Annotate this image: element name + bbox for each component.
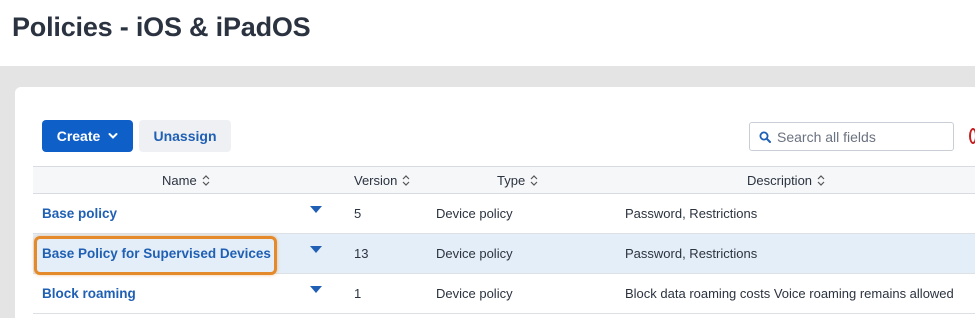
policy-version: 1 [354,286,362,301]
table-header: Name Version Type Description [33,166,975,194]
create-button-label: Create [56,128,101,144]
policy-description: Password, Restrictions [625,246,758,261]
sort-icon [817,174,825,186]
policy-type: Device policy [436,246,513,261]
policy-name-link[interactable]: Base policy [42,206,117,221]
policy-description: Block data roaming costs Voice roaming r… [625,286,954,301]
unassign-button[interactable]: Unassign [139,120,231,152]
table-row[interactable]: Block roaming 1 Device policy Block data… [33,274,975,314]
search-icon [759,131,771,143]
column-header-type[interactable]: Type [497,167,538,193]
chevron-down-icon [108,133,118,139]
table-row[interactable]: Base Policy for Supervised Devices 13 De… [33,234,975,274]
sort-icon [202,174,210,186]
page-title: Policies - iOS & iPadOS [12,12,311,42]
caret-down-icon[interactable] [310,246,322,254]
policy-version: 13 [354,246,369,261]
search-input[interactable] [777,128,947,145]
caret-down-icon[interactable] [310,206,322,214]
column-header-name[interactable]: Name [162,167,210,193]
policy-type: Device policy [436,206,513,221]
policy-name-link[interactable]: Block roaming [42,286,136,301]
column-header-version[interactable]: Version [354,167,410,193]
column-header-description[interactable]: Description [747,167,825,193]
create-button[interactable]: Create [42,120,133,152]
table-row[interactable]: Base policy 5 Device policy Password, Re… [33,194,975,234]
status-indicator-icon [969,128,975,144]
policy-name-link[interactable]: Base Policy for Supervised Devices [42,246,271,261]
sort-icon [530,174,538,186]
caret-down-icon[interactable] [310,286,322,294]
page-header: Policies - iOS & iPadOS [0,0,975,66]
search-box [749,122,954,151]
policy-type: Device policy [436,286,513,301]
sort-icon [402,174,410,186]
policy-version: 5 [354,206,362,221]
policy-description: Password, Restrictions [625,206,758,221]
